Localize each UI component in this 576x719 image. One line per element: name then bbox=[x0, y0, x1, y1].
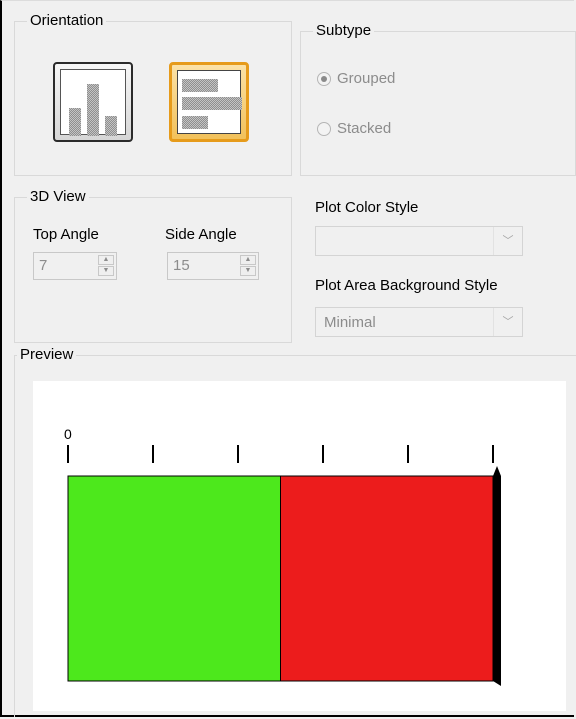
orientation-group: Orientation bbox=[14, 12, 292, 176]
bar-segment bbox=[67, 475, 281, 682]
stacked-label: Stacked bbox=[337, 120, 392, 137]
top-angle-down-icon[interactable]: ▼ bbox=[98, 266, 114, 276]
vertical-bars-button[interactable] bbox=[53, 62, 133, 142]
plot-area-background-value: Minimal bbox=[324, 314, 376, 331]
orientation-title: Orientation bbox=[27, 12, 107, 30]
subtype-title: Subtype bbox=[313, 22, 375, 40]
plot-color-style-label: Plot Color Style bbox=[315, 199, 419, 216]
preview-chart: 0 bbox=[64, 426, 501, 686]
side-angle-spinner[interactable]: 15 ▲ ▼ bbox=[167, 252, 259, 280]
side-angle-down-icon[interactable]: ▼ bbox=[240, 266, 256, 276]
top-angle-spinner[interactable]: 7 ▲ ▼ bbox=[33, 252, 117, 280]
top-angle-label: Top Angle bbox=[33, 226, 99, 243]
stacked-radio[interactable] bbox=[317, 122, 331, 136]
plot-area-background-select[interactable]: Minimal ﹀ bbox=[315, 307, 523, 337]
tick-label: 0 bbox=[64, 426, 72, 442]
plot-area-background-label: Plot Area Background Style bbox=[315, 277, 498, 294]
plot-color-style-select[interactable]: ﹀ bbox=[315, 226, 523, 256]
bar-segment bbox=[280, 475, 494, 682]
chart-options-panel: Orientation Subtype Grouped Stacked 3D V… bbox=[0, 0, 576, 717]
3d-view-title: 3D View bbox=[27, 188, 89, 206]
horizontal-bars-icon bbox=[177, 70, 242, 134]
preview-title: Preview bbox=[17, 346, 77, 364]
top-angle-value: 7 bbox=[39, 257, 48, 274]
subtype-group: Subtype Grouped Stacked bbox=[300, 22, 576, 176]
grouped-radio[interactable] bbox=[317, 72, 331, 86]
side-angle-label: Side Angle bbox=[165, 226, 237, 243]
horizontal-bars-button[interactable] bbox=[169, 62, 249, 142]
chevron-down-icon[interactable]: ﹀ bbox=[493, 308, 522, 336]
side-angle-up-icon[interactable]: ▲ bbox=[240, 255, 256, 265]
preview-canvas: 0 bbox=[33, 381, 566, 711]
vertical-bars-icon bbox=[60, 69, 126, 136]
3d-view-group: 3D View Top Angle 7 ▲ ▼ Side Angle 15 ▲ … bbox=[14, 188, 292, 343]
chevron-down-icon[interactable]: ﹀ bbox=[493, 227, 522, 255]
bar-depth-face bbox=[493, 466, 501, 686]
top-angle-up-icon[interactable]: ▲ bbox=[98, 255, 114, 265]
side-angle-value: 15 bbox=[173, 257, 190, 274]
grouped-label: Grouped bbox=[337, 70, 396, 87]
